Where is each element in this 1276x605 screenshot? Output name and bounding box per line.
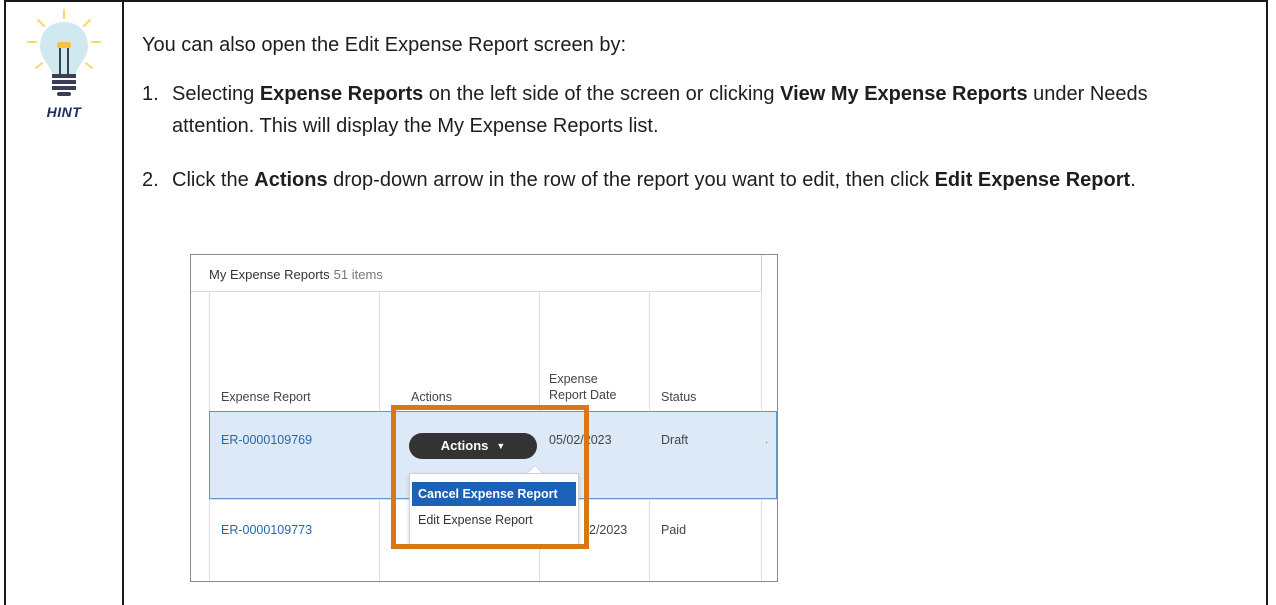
hint-content: You can also open the Edit Expense Repor… xyxy=(122,2,1268,605)
bold-term: Expense Reports xyxy=(259,83,424,105)
step-number: 1. xyxy=(142,83,159,105)
report-link[interactable]: ER-0000109769 xyxy=(221,433,312,447)
step-text-part: Click the xyxy=(172,169,255,191)
callout-highlight-box xyxy=(391,405,589,549)
hint-sidebar: HINT xyxy=(4,2,124,605)
hint-label: HINT xyxy=(46,104,82,120)
intro-text: You can also open the Edit Expense Repor… xyxy=(142,34,627,56)
col-header-expense-report[interactable]: Expense Report xyxy=(221,389,311,405)
table-title-text: My Expense Reports xyxy=(209,267,330,282)
step-text-part: . xyxy=(1130,169,1136,191)
bold-term: Actions xyxy=(254,169,328,191)
report-date: 2/2023 xyxy=(589,523,628,537)
step-number: 2. xyxy=(142,169,159,191)
col-header-actions[interactable]: Actions xyxy=(411,389,452,405)
col-header-report-date[interactable]: Expense Report Date xyxy=(549,371,616,403)
step-text: Selecting Expense Reports on the left si… xyxy=(172,78,1232,142)
step-1: 1. Selecting Expense Reports on the left… xyxy=(142,78,1232,142)
col-header-line: Report Date xyxy=(549,388,617,402)
header-divider xyxy=(191,291,761,292)
col-header-line: Expense xyxy=(549,372,598,386)
bold-term: Edit Expense Report xyxy=(934,169,1131,191)
bold-term: View My Expense Reports xyxy=(780,83,1028,105)
report-link[interactable]: ER-0000109773 xyxy=(221,523,312,537)
step-2: 2. Click the Actions drop-down arrow in … xyxy=(142,164,1232,196)
step-text-part: drop-down arrow in the row of the report… xyxy=(327,169,935,191)
step-text: Click the Actions drop-down arrow in the… xyxy=(172,164,1232,196)
hint-table: HINT You can also open the Edit Expense … xyxy=(4,0,1268,605)
col-header-status[interactable]: Status xyxy=(661,389,696,405)
expense-reports-screenshot: My Expense Reports 51 items Expense Repor… xyxy=(190,254,778,582)
report-status: Paid xyxy=(661,523,687,537)
step-text-part: Selecting xyxy=(172,83,260,105)
row-marker: · xyxy=(765,437,769,448)
table-title: My Expense Reports 51 items xyxy=(209,267,383,282)
step-text-part: on the left side of the screen or clicki… xyxy=(423,83,781,105)
lightbulb-icon xyxy=(27,9,101,96)
report-status: Draft xyxy=(661,433,689,447)
item-count: 51 items xyxy=(333,267,383,282)
